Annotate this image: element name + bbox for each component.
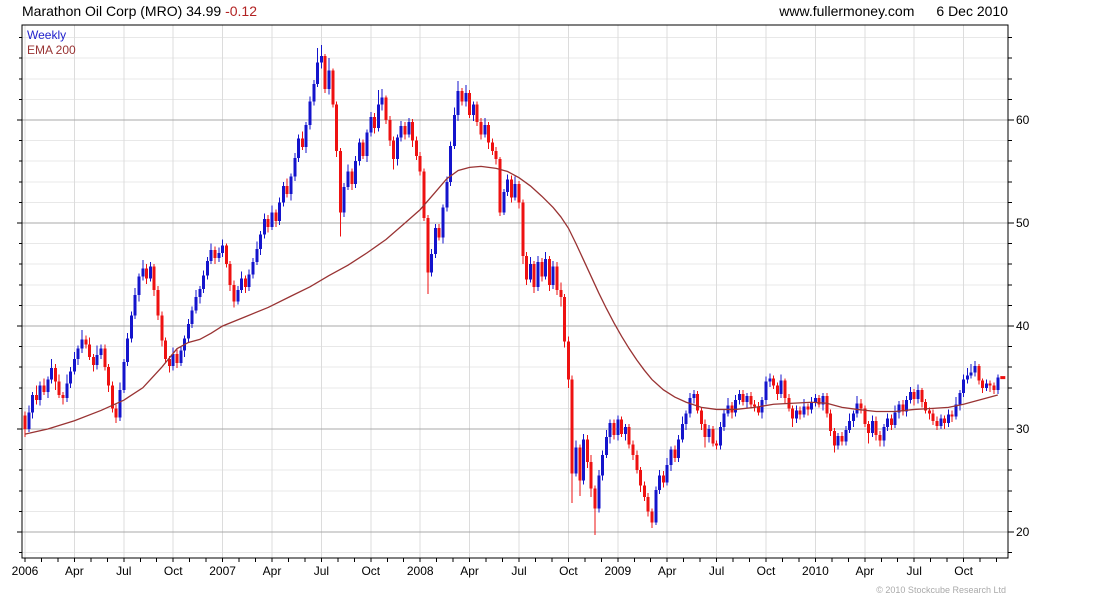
chart-legend: Weekly EMA 200 <box>27 28 76 58</box>
svg-text:20: 20 <box>1016 525 1030 539</box>
svg-text:Oct: Oct <box>164 564 183 578</box>
svg-text:40: 40 <box>1016 319 1030 333</box>
price-change: -0.12 <box>225 3 257 19</box>
svg-text:30: 30 <box>1016 422 1030 436</box>
svg-text:Oct: Oct <box>954 564 973 578</box>
svg-text:Oct: Oct <box>757 564 776 578</box>
site-url: www.fullermoney.com <box>779 3 915 19</box>
svg-text:Apr: Apr <box>263 564 282 578</box>
svg-text:2010: 2010 <box>802 564 829 578</box>
svg-text:Apr: Apr <box>65 564 84 578</box>
svg-text:Apr: Apr <box>855 564 874 578</box>
svg-text:2008: 2008 <box>407 564 434 578</box>
svg-text:Oct: Oct <box>559 564 578 578</box>
chart-date: 6 Dec 2010 <box>936 3 1008 19</box>
svg-text:Jul: Jul <box>116 564 131 578</box>
svg-text:Oct: Oct <box>361 564 380 578</box>
svg-text:Jul: Jul <box>511 564 526 578</box>
svg-text:Apr: Apr <box>460 564 479 578</box>
svg-text:2006: 2006 <box>12 564 39 578</box>
svg-text:Apr: Apr <box>658 564 677 578</box>
chart-page: { "header": { "title": "Marathon Oil Cor… <box>0 0 1100 600</box>
svg-text:Jul: Jul <box>709 564 724 578</box>
legend-ema-200: EMA 200 <box>27 43 76 57</box>
svg-text:2007: 2007 <box>209 564 236 578</box>
header-right: www.fullermoney.com 6 Dec 2010 <box>779 3 1008 19</box>
instrument-and-price: Marathon Oil Corp (MRO) 34.99 <box>22 3 222 19</box>
legend-weekly: Weekly <box>27 28 67 42</box>
chart-canvas: 20 30 40 50 60 2006 Apr Jul Oct 2007 Apr Jul Oct 2008… <box>12 24 1030 578</box>
svg-text:Jul: Jul <box>314 564 329 578</box>
copyright-notice: © 2010 Stockcube Research Ltd <box>876 585 1006 595</box>
chart-title: Marathon Oil Corp (MRO) 34.99 -0.12 <box>22 3 257 19</box>
svg-text:2009: 2009 <box>604 564 631 578</box>
svg-text:60: 60 <box>1016 113 1030 127</box>
svg-text:Jul: Jul <box>907 564 922 578</box>
svg-text:50: 50 <box>1016 216 1030 230</box>
